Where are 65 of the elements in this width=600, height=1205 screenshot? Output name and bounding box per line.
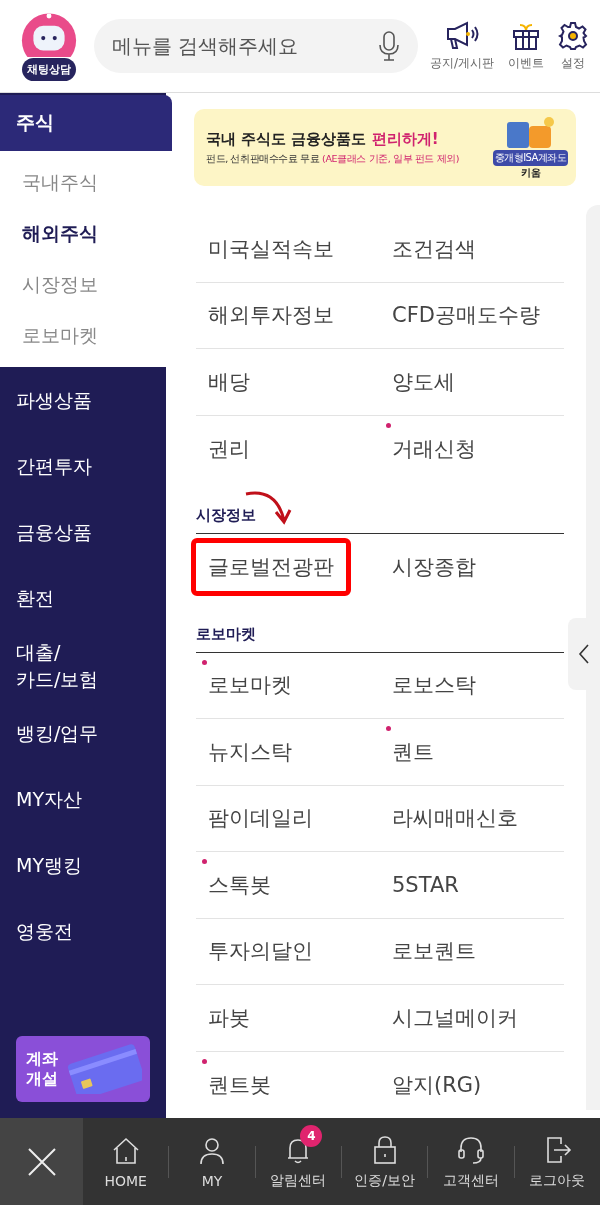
promo-text: 계좌 개설 [26,1049,58,1089]
menu-link[interactable]: 퀀트 [375,722,451,781]
sidebar-item[interactable]: 뱅킹/업무 [0,700,166,767]
menu-link[interactable]: 권리 [191,419,267,478]
menu-link[interactable]: 글로벌전광판 [191,538,351,597]
sidebar-item[interactable]: MY랭킹 [0,832,166,899]
promo-banner[interactable]: 국내 주식도 금융상품도 편리하게! 펀드, 선취판매수수료 무료 (AE클래스 기준, 일부 펀드 제외) 중개형ISA계좌도 키움 [194,109,576,186]
menu-link[interactable]: 로보마켓 [191,656,309,715]
microphone-icon[interactable] [377,30,400,62]
menu-link[interactable]: 뉴지스탁 [191,722,309,781]
close-button[interactable] [0,1118,83,1205]
sidebar-item[interactable]: 환전 [0,565,166,631]
menu-link[interactable]: 라씨매매신호 [375,789,535,848]
header-action-button[interactable]: 설정 [556,20,590,72]
nav-item[interactable]: 인증/보안 [342,1118,428,1205]
menu-link[interactable]: 투자의달인 [191,922,330,981]
chevron-left-icon [578,643,590,665]
megaphone-icon [444,20,479,51]
submenu-item[interactable]: 시장정보 [0,259,166,310]
section-title: 로보마켓 [196,624,256,644]
brand-text: 키움 [520,165,541,180]
banner-subline: 펀드, 선취판매수수료 무료 (AE클래스 기준, 일부 펀드 제외) [206,152,461,166]
account-open-banner[interactable]: 계좌 개설 [16,1036,150,1102]
menu-link[interactable]: 5STAR [375,857,476,912]
submenu-item[interactable]: 로보마켓 [0,310,166,361]
sidebar-item[interactable]: 파생상품 [0,367,166,433]
menu-link[interactable]: 퀀트봇 [191,1055,288,1114]
menu-link[interactable]: 로보스탁 [375,656,493,715]
menu-link[interactable]: 파봇 [191,988,267,1047]
header-action-button[interactable]: 이벤트 [506,20,546,72]
nav-item[interactable]: 로그아웃 [514,1118,600,1205]
menu-link[interactable]: 배당 [191,352,267,411]
sidebar-item[interactable]: 금융상품 [0,499,166,565]
menu-link[interactable]: 양도세 [375,352,472,411]
submenu-item[interactable]: 해외주식 [0,208,166,259]
close-icon [26,1146,57,1177]
menu-link[interactable]: 로보퀀트 [375,922,493,981]
nav-item[interactable]: 알림센터 4 [255,1118,341,1205]
menu-link[interactable]: 거래신청 [375,419,493,478]
nav-item[interactable]: MY [169,1118,255,1205]
sidebar-item[interactable]: MY자산 [0,766,166,833]
menu-link[interactable]: 미국실적속보 [191,219,351,278]
menu-link[interactable]: 해외투자정보 [191,286,351,345]
chat-consult-label[interactable]: 채팅상담 [22,58,76,81]
notification-count: 4 [300,1125,323,1147]
menu-link[interactable]: 시장종합 [375,538,493,597]
settings-icon [558,20,588,51]
sidebar-item[interactable]: 주식 [0,95,172,151]
menu-link[interactable]: 조건검색 [375,219,493,278]
menu-link[interactable]: 시그널메이커 [375,988,535,1047]
isa-badge: 중개형ISA계좌도 [493,149,568,166]
section-title: 시장정보 [196,506,256,525]
menu-link[interactable]: 팜이데일리 [191,789,330,848]
submenu-item[interactable]: 국내주식 [0,157,166,208]
sidebar-item[interactable]: 간편투자 [0,433,166,499]
banner-headline: 국내 주식도 금융상품도 편리하게! [206,129,440,149]
sidebar-item[interactable]: 영웅전 [0,898,166,965]
menu-link[interactable]: CFD공매도수량 [375,286,557,345]
nav-item[interactable]: HOME [83,1118,169,1205]
header-action-button[interactable]: 공지/게시판 [427,20,496,72]
menu-link[interactable]: 스톡봇 [191,855,288,914]
search-field[interactable]: 메뉴를 검색해주세요 [94,19,418,73]
nav-item[interactable]: 고객센터 [428,1118,514,1205]
sidebar-item[interactable]: 대출/ 카드/보험 [0,631,166,701]
menu-link[interactable]: 알지(RG) [375,1055,499,1114]
